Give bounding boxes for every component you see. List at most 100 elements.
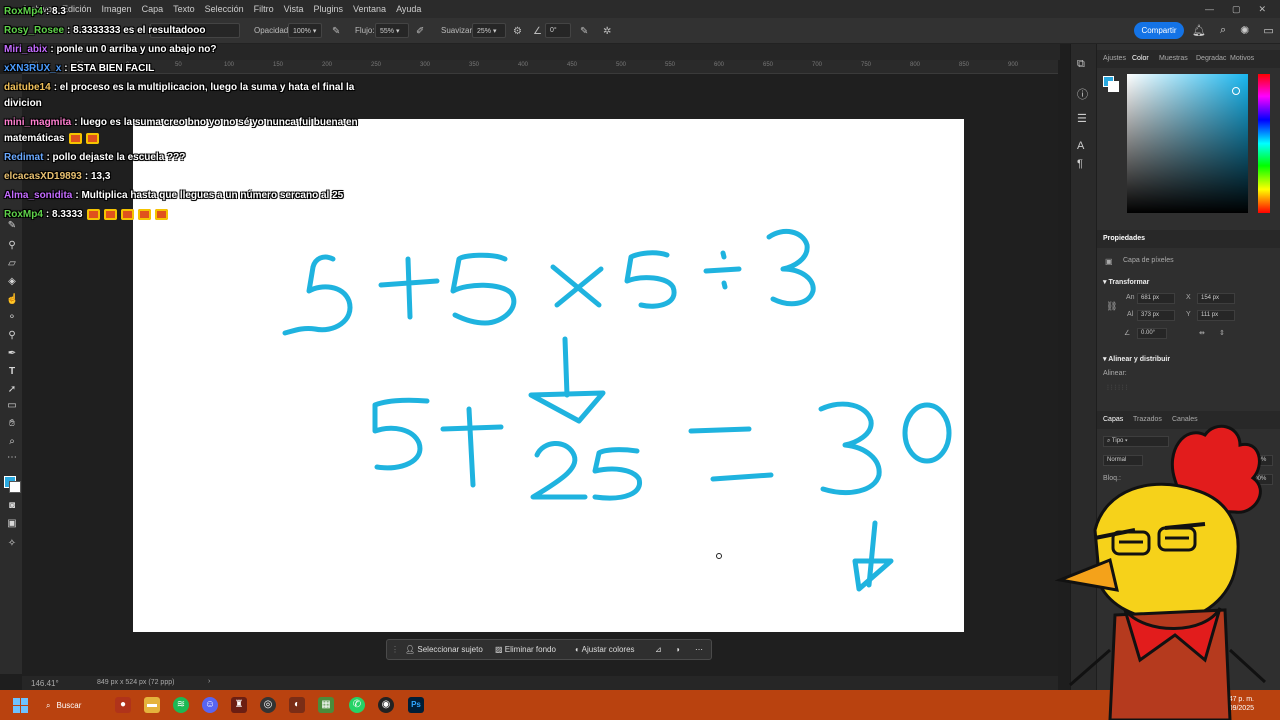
share-button[interactable]: Compartir bbox=[1134, 22, 1184, 39]
rotation-field[interactable]: 0.00° bbox=[1137, 328, 1167, 339]
color-picker-handle[interactable] bbox=[1232, 87, 1240, 95]
search-icon[interactable]: ⌕ bbox=[1220, 24, 1226, 37]
chat-username: RoxMp4 bbox=[4, 6, 43, 17]
pen-tool-icon[interactable]: ✒ bbox=[6, 348, 18, 360]
generative-icon[interactable]: ✧ bbox=[6, 538, 18, 550]
flip-horizontal-icon[interactable]: ⇹ bbox=[1199, 329, 1205, 337]
paint-bucket-icon[interactable]: ◈ bbox=[6, 276, 18, 288]
more-tools-icon[interactable]: ⋯ bbox=[6, 452, 18, 464]
obs-icon[interactable]: ◉ bbox=[378, 697, 394, 713]
streaming-app-icon[interactable]: ◎ bbox=[260, 697, 276, 713]
align-buttons-icon[interactable]: ⫶ ⫶ ⫶ ⫶ ⫶ ⫶ bbox=[1107, 385, 1127, 393]
gear-icon[interactable]: ⚙ bbox=[513, 26, 522, 37]
remove-background-button[interactable]: ▨ Eliminar fondo bbox=[495, 645, 556, 654]
game-app-icon[interactable]: ♜ bbox=[231, 697, 247, 713]
discover-icon[interactable]: ✺ bbox=[1240, 24, 1249, 37]
windows-start-icon[interactable] bbox=[13, 698, 28, 713]
width-field[interactable]: 681 px bbox=[1137, 293, 1175, 304]
clone-stamp-icon[interactable]: ⚲ bbox=[6, 240, 18, 252]
spotify-icon[interactable]: ≋ bbox=[173, 697, 189, 713]
angle-icon: ∠ bbox=[533, 26, 542, 37]
tab-motivos[interactable]: Motivos bbox=[1230, 55, 1254, 62]
ruler-tick: 500 bbox=[616, 62, 627, 68]
chat-text: : 8.3 bbox=[45, 6, 66, 17]
hue-slider[interactable] bbox=[1258, 74, 1270, 213]
paragraph-icon[interactable]: ¶ bbox=[1077, 158, 1083, 170]
chat-text: : Multiplica hasta que llegues a un núme… bbox=[75, 190, 344, 201]
zoom-level[interactable]: 146.41° bbox=[31, 679, 59, 688]
transform-heading[interactable]: ▾ Transformar bbox=[1103, 278, 1149, 286]
maximize-button[interactable]: ▢ bbox=[1232, 4, 1241, 15]
workspace-icon[interactable]: ▭ bbox=[1263, 24, 1273, 37]
chat-username: xXN3RUX_x bbox=[4, 63, 62, 74]
media-app-icon[interactable]: ◐ bbox=[289, 697, 305, 713]
background-color-swatch[interactable] bbox=[9, 481, 21, 493]
chat-message: Alma_sonidita: Multiplica hasta que lleg… bbox=[4, 190, 343, 201]
more-options-icon[interactable]: ⋯ bbox=[695, 645, 703, 654]
y-field[interactable]: 111 px bbox=[1197, 310, 1235, 321]
tab-color[interactable]: Color bbox=[1132, 55, 1149, 62]
panel-background-swatch[interactable] bbox=[1108, 81, 1119, 92]
chevron-right-icon[interactable]: › bbox=[208, 678, 210, 685]
adjustments-icon[interactable]: ☰ bbox=[1077, 112, 1087, 125]
align-heading[interactable]: ▾ Alinear y distribuir bbox=[1103, 355, 1170, 363]
link-icon[interactable]: ⛓ bbox=[1106, 301, 1117, 312]
taskbar-search[interactable]: ⌕ Buscar bbox=[46, 697, 102, 714]
angle-field[interactable]: 0° bbox=[545, 23, 571, 38]
minecraft-icon[interactable]: ▦ bbox=[318, 697, 334, 713]
path-select-icon[interactable]: ➚ bbox=[6, 384, 18, 396]
smoothing-field[interactable]: 25% ▾ bbox=[472, 23, 506, 38]
flip-vertical-icon[interactable]: ⇕ bbox=[1219, 329, 1225, 337]
type-tool-icon[interactable]: T bbox=[6, 366, 18, 378]
whatsapp-icon[interactable]: ✆ bbox=[349, 697, 365, 713]
ruler-tick: 750 bbox=[861, 62, 872, 68]
chat-message: xXN3RUX_x: ESTA BIEN FACIL bbox=[4, 63, 154, 74]
emote-icon bbox=[137, 209, 151, 220]
chat-message-continuation: matemáticas bbox=[4, 133, 99, 144]
chat-text: : ponle un 0 arriba y uno abajo no? bbox=[50, 44, 217, 55]
eraser-icon[interactable]: ▱ bbox=[6, 258, 18, 270]
character-icon[interactable]: A bbox=[1077, 140, 1084, 152]
symmetry-icon[interactable]: ✲ bbox=[603, 26, 611, 37]
hand-tool-icon[interactable]: ✋︎ bbox=[6, 418, 18, 430]
chat-text: : pollo dejaste la escuela ??? bbox=[46, 152, 186, 163]
minimize-button[interactable]: — bbox=[1205, 4, 1214, 15]
menu-ayuda[interactable]: Ayuda bbox=[396, 4, 421, 14]
x-field[interactable]: 154 px bbox=[1197, 293, 1235, 304]
file-explorer-icon[interactable]: ▬ bbox=[144, 697, 160, 713]
zoom-tool-icon[interactable]: ⌕ bbox=[6, 436, 18, 448]
flow-field[interactable]: 55% ▾ bbox=[375, 23, 409, 38]
dodge-icon[interactable]: ⚬ bbox=[6, 312, 18, 324]
close-button[interactable]: ✕ bbox=[1258, 4, 1266, 15]
contextual-task-bar: ⋮ 👤︎ Seleccionar sujeto ▨ Eliminar fondo… bbox=[386, 639, 712, 660]
discord-icon[interactable]: ☺ bbox=[202, 697, 218, 713]
tab-ajustes[interactable]: Ajustes bbox=[1103, 55, 1126, 62]
properties-title[interactable]: Propiedades bbox=[1103, 235, 1145, 242]
color-picker-field[interactable] bbox=[1127, 74, 1248, 213]
ruler-tick: 550 bbox=[665, 62, 676, 68]
screen-mode-icon[interactable]: ▣ bbox=[6, 518, 18, 530]
photoshop-icon[interactable]: Ps bbox=[408, 697, 424, 713]
airbrush-icon[interactable]: ✐ bbox=[416, 26, 424, 37]
info-icon[interactable]: ⓘ bbox=[1077, 86, 1088, 102]
smudge-icon[interactable]: ☝ bbox=[6, 294, 18, 306]
burn-icon[interactable]: ⚲ bbox=[6, 330, 18, 342]
tab-degradados[interactable]: Degradac bbox=[1196, 55, 1226, 62]
rectangle-tool-icon[interactable]: ▭ bbox=[6, 400, 18, 412]
pressure-size-icon[interactable]: ✎ bbox=[580, 26, 588, 37]
height-field[interactable]: 373 px bbox=[1137, 310, 1175, 321]
adjust-colors-button[interactable]: ◐ Ajustar colores bbox=[575, 645, 635, 654]
drag-handle-icon[interactable]: ⋮ bbox=[391, 645, 399, 654]
select-subject-button[interactable]: 👤︎ Seleccionar sujeto bbox=[405, 645, 483, 654]
contrast-icon[interactable]: ◑ bbox=[675, 645, 680, 654]
quick-mask-icon[interactable]: ◙ bbox=[6, 500, 18, 512]
emote-icon bbox=[120, 209, 134, 220]
app-icon[interactable]: ● bbox=[115, 697, 131, 713]
history-icon[interactable]: ⧉ bbox=[1077, 58, 1085, 71]
chat-message: RoxMp4: 8.3333 bbox=[4, 209, 168, 220]
smoothing-label: Suavizar: bbox=[441, 26, 475, 35]
emote-icon bbox=[154, 209, 168, 220]
tab-muestras[interactable]: Muestras bbox=[1159, 55, 1188, 62]
transform-icon[interactable]: ⊿ bbox=[655, 645, 662, 654]
bell-icon[interactable]: 🔔︎ bbox=[1192, 24, 1206, 37]
